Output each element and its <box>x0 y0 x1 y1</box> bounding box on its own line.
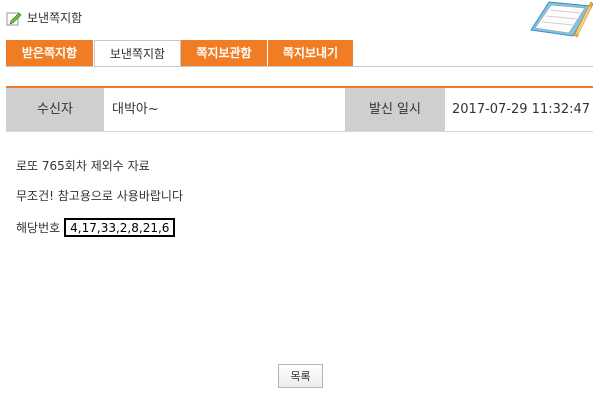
numbers-label: 해당번호 <box>16 221 61 235</box>
notebook-icon <box>530 1 593 38</box>
numbers-highlight-box: 4,17,33,2,8,21,6 <box>64 218 176 237</box>
mailbox-tabs: 받은쪽지함 보낸쪽지함 쪽지보관함 쪽지보내기 <box>6 40 354 66</box>
message-line: 로또 765회차 제외수 자료 <box>16 159 150 173</box>
recipient-label: 수신자 <box>6 88 104 131</box>
tab-sent[interactable]: 보낸쪽지함 <box>94 40 181 66</box>
tabs-divider <box>6 66 593 67</box>
recipient-value: 대박아~ <box>112 102 159 117</box>
message-body: 로또 765회차 제외수 자료 무조건! 참고용으로 사용바랍니다 해당번호 4,… <box>16 158 183 248</box>
numbers-line: 해당번호 4,17,33,2,8,21,6 <box>16 218 183 248</box>
message-line: 무조건! 참고용으로 사용바랍니다 <box>16 189 184 203</box>
pencil-icon <box>6 12 22 26</box>
tab-received[interactable]: 받은쪽지함 <box>6 40 94 66</box>
list-button[interactable]: 목록 <box>278 364 323 388</box>
message-meta: 수신자 대박아~ 발신 일시 2017-07-29 11:32:47 <box>6 86 593 132</box>
tab-compose[interactable]: 쪽지보내기 <box>268 40 354 66</box>
page-title: 보낸쪽지함 <box>27 11 83 25</box>
page-header: 보낸쪽지함 <box>0 0 593 40</box>
sent-datetime-label: 발신 일시 <box>345 88 445 131</box>
tab-archive[interactable]: 쪽지보관함 <box>181 40 268 66</box>
sent-datetime-value: 2017-07-29 11:32:47 <box>452 102 591 117</box>
